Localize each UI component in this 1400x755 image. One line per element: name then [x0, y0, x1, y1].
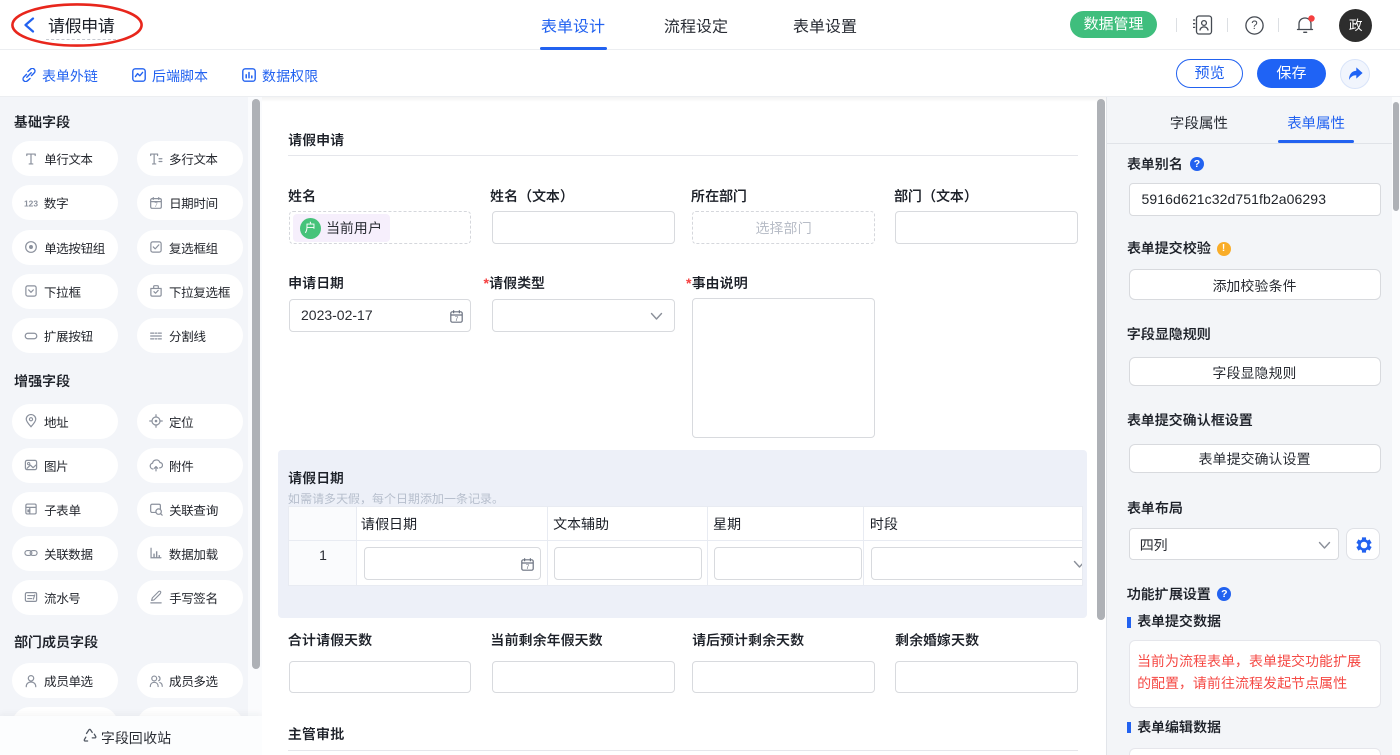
svg-text:?: ? [1251, 20, 1257, 32]
svg-text:7: 7 [455, 316, 459, 323]
svg-text:123: 123 [24, 198, 38, 208]
svg-text:7: 7 [526, 564, 530, 571]
